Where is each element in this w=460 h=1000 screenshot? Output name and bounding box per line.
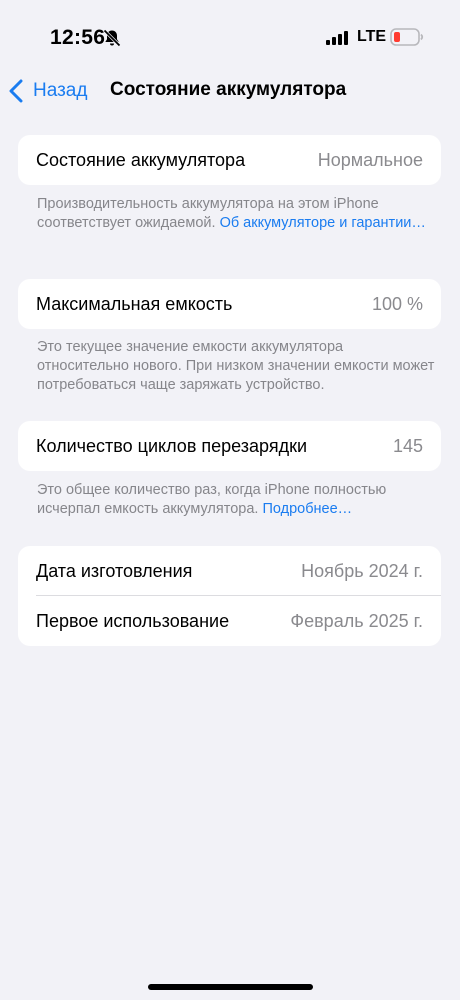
max-capacity-value: 100 %	[371, 293, 423, 314]
cycle-count-value: 145	[392, 435, 423, 456]
battery-health-label: Состояние аккумулятора	[36, 149, 246, 170]
signal-icon	[326, 31, 348, 45]
first-use-row: Первое использование Февраль 2025 г.	[18, 596, 441, 646]
dates-card: Дата изготовления Ноябрь 2024 г. Первое …	[18, 546, 441, 646]
page-title: Состояние аккумулятора	[110, 79, 347, 100]
battery-low-icon	[390, 28, 424, 46]
cycle-count-footnote: Это общее количество раз, когда iPhone п…	[37, 481, 437, 519]
manufacture-date-value: Ноябрь 2024 г.	[301, 560, 423, 581]
max-capacity-card: Максимальная емкость 100 %	[18, 279, 441, 329]
navigation-bar: Назад Состояние аккумулятора	[0, 70, 460, 110]
max-capacity-footnote: Это текущее значение емкости аккумулятор…	[37, 339, 435, 393]
cycle-count-card: Количество циклов перезарядки 145	[18, 421, 441, 471]
network-type: LTE	[357, 28, 387, 45]
status-bar: 12:56 LTE	[0, 0, 460, 70]
battery-health-value: Нормальное	[317, 149, 423, 170]
more-info-link[interactable]: Подробнее…	[262, 501, 352, 517]
back-button[interactable]: Назад	[8, 76, 87, 106]
max-capacity-label: Максимальная емкость	[36, 293, 233, 314]
manufacture-date-label: Дата изготовления	[36, 560, 193, 581]
cycle-count-row: Количество циклов перезарядки 145	[18, 421, 441, 471]
battery-warranty-link[interactable]: Об аккумуляторе и гарантии…	[220, 215, 426, 231]
manufacture-date-row: Дата изготовления Ноябрь 2024 г.	[18, 546, 441, 596]
battery-health-card: Состояние аккумулятора Нормальное	[18, 135, 441, 185]
battery-health-footnote: Производительность аккумулятора на этом …	[37, 195, 437, 233]
bell-slash-icon	[103, 29, 121, 47]
home-indicator[interactable]	[148, 984, 313, 990]
first-use-value: Февраль 2025 г.	[290, 610, 423, 631]
status-time: 12:56	[50, 26, 106, 49]
back-label: Назад	[33, 80, 88, 101]
cycle-count-label: Количество циклов перезарядки	[36, 435, 308, 456]
chevron-left-icon	[9, 79, 23, 103]
battery-health-screen: 12:56 LTE Назад Состояние аккумулятора С…	[0, 0, 460, 1000]
battery-health-row: Состояние аккумулятора Нормальное	[18, 135, 441, 185]
first-use-label: Первое использование	[36, 610, 230, 631]
max-capacity-row: Максимальная емкость 100 %	[18, 279, 441, 329]
